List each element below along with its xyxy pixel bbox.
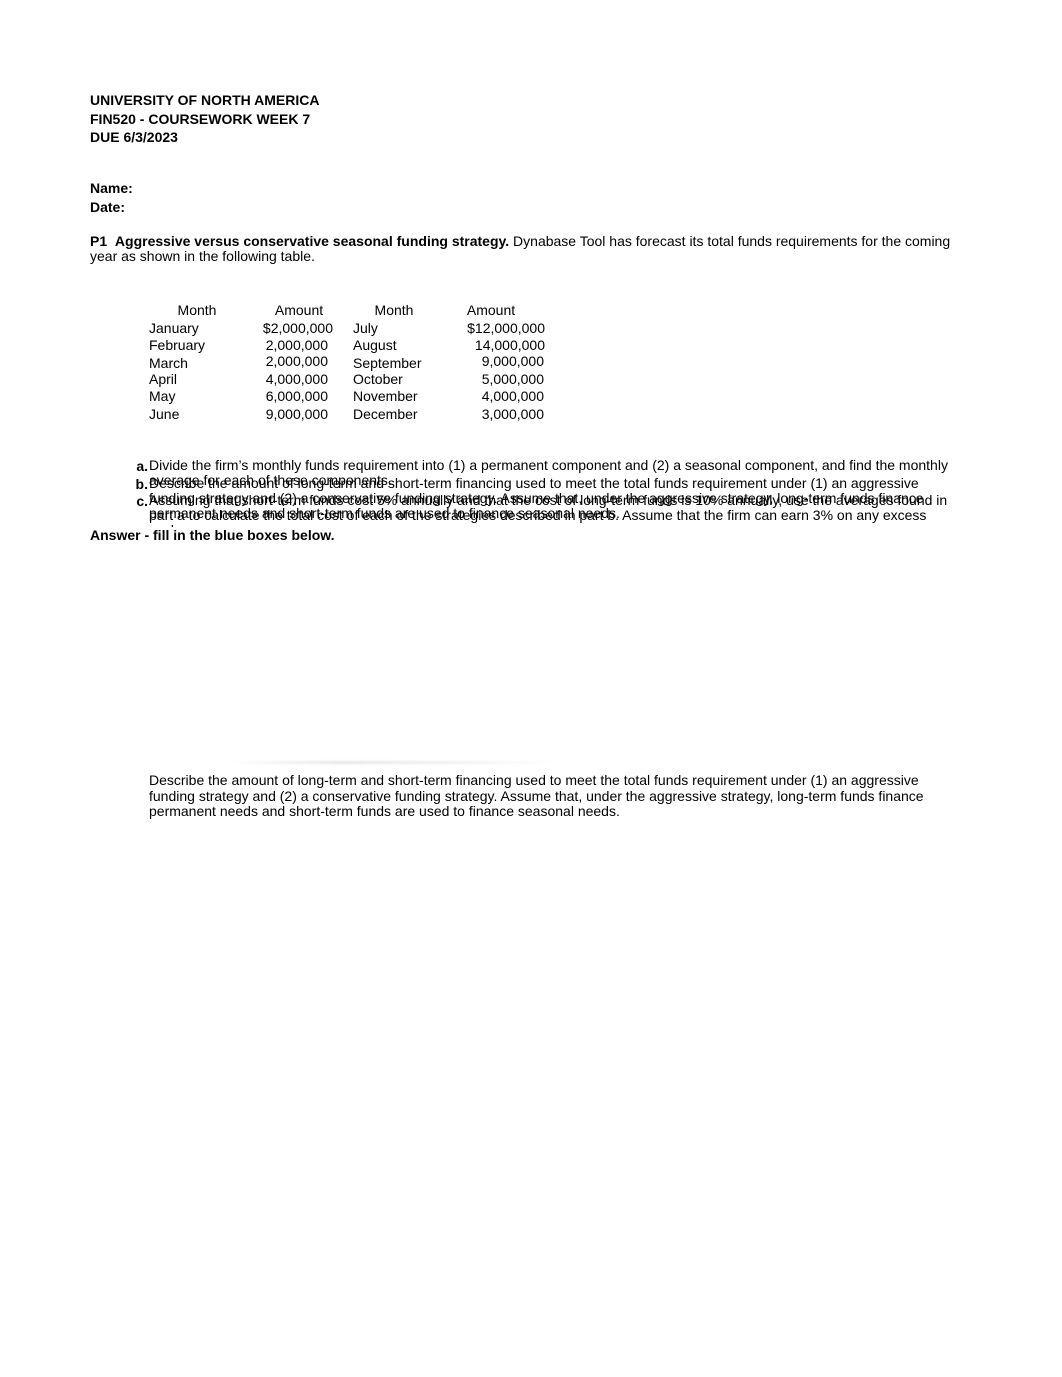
table-cell-month: March xyxy=(149,355,188,371)
question-label: a. xyxy=(136,458,148,474)
answer-section: Answer - fill in the blue boxes below. xyxy=(90,527,950,767)
answer-heading: Answer - fill in the blue boxes below. xyxy=(90,527,335,543)
table-cell-month: October xyxy=(353,371,403,387)
table-cell-month: November xyxy=(353,388,418,404)
divider-shadow xyxy=(230,761,560,764)
part-b-paragraph: Describe the amount of long-term and sho… xyxy=(149,772,924,819)
question-label: c. xyxy=(136,493,148,509)
table-cell-month: February xyxy=(149,337,206,353)
table-cell-month: September xyxy=(353,355,422,371)
table-header-month: Month xyxy=(374,302,414,318)
problem-title: Aggressive versus conservative seasonal … xyxy=(114,233,510,249)
university-title: UNIVERSITY OF NORTH AMERICA xyxy=(90,92,320,108)
table-cell-month: August xyxy=(353,337,397,353)
table-cell-month: April xyxy=(149,371,178,387)
table-cell-month: June xyxy=(149,406,180,422)
table-cell-amount: 6,000,000 xyxy=(265,388,328,404)
table-cell-amount: 9,000,000 xyxy=(265,406,328,422)
table-cell-amount: 9,000,000 xyxy=(481,353,544,369)
table-header-month: Month xyxy=(177,302,217,318)
table-cell-amount: 2,000,000 xyxy=(265,353,328,369)
table-header-amount: Amount xyxy=(274,302,324,318)
problem-id: P1 xyxy=(90,233,108,249)
course-title: FIN520 - COURSEWORK WEEK 7 xyxy=(90,111,311,127)
table-cell-amount: 14,000,000 xyxy=(474,337,545,353)
date-label: Date: xyxy=(90,199,126,215)
table-cell-month: July xyxy=(353,320,378,336)
problem-statement: P1 Aggressive versus conservative season… xyxy=(90,234,960,264)
question-label: b. xyxy=(135,476,148,492)
table-cell-amount: 2,000,000 xyxy=(265,337,328,353)
table-header-amount: Amount xyxy=(466,302,516,318)
table-cell-amount: 4,000,000 xyxy=(481,388,544,404)
table-cell-month: December xyxy=(353,406,418,422)
table-cell-month: May xyxy=(149,388,176,404)
table-cell-amount: 3,000,000 xyxy=(481,406,544,422)
table-cell-month: January xyxy=(149,320,199,336)
table-cell-amount: $2,000,000 xyxy=(262,320,333,336)
table-cell-amount: 4,000,000 xyxy=(265,371,328,387)
table-cell-amount: 5,000,000 xyxy=(481,371,544,387)
table-cell-amount: $12,000,000 xyxy=(467,320,545,336)
due-date: DUE 6/3/2023 xyxy=(90,129,178,145)
name-label: Name: xyxy=(90,180,133,196)
